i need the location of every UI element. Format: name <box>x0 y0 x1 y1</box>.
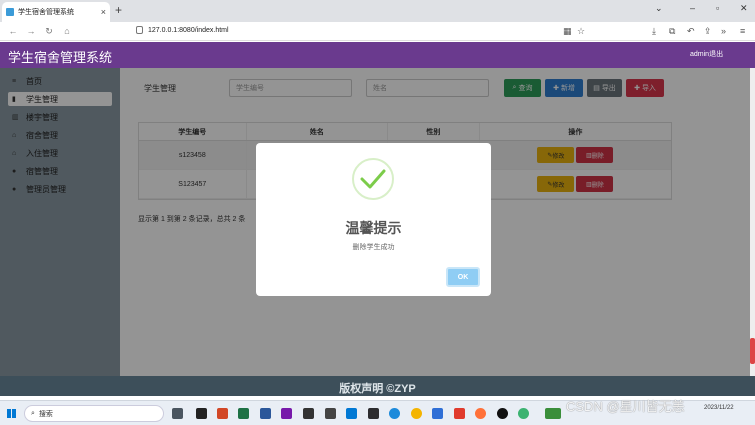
system-clock[interactable]: 2023/11/22 <box>704 404 734 413</box>
url-field[interactable]: 127.0.0.1:8080/index.html <box>148 27 229 34</box>
extensions-icon[interactable]: ⧉ <box>669 26 675 37</box>
home-icon[interactable]: ⌂ <box>62 26 72 36</box>
reload-icon[interactable]: ↻ <box>44 26 54 37</box>
tab-title: 学生宿舍管理系统 <box>18 9 74 16</box>
dialog-title: 温馨提示 <box>345 220 402 236</box>
maximize-icon[interactable]: ▫ <box>716 3 719 13</box>
chrome-icon[interactable] <box>411 408 422 419</box>
more-tools-icon[interactable]: » <box>721 26 726 36</box>
forward-icon[interactable]: → <box>26 26 36 36</box>
onenote-icon[interactable] <box>281 408 292 419</box>
vscode-icon[interactable] <box>346 408 357 419</box>
browser-tab[interactable]: 学生宿舍管理系统 × <box>2 2 110 22</box>
wps-icon[interactable] <box>454 408 465 419</box>
dialog-message: 删除学生成功 <box>352 244 395 251</box>
app-icon[interactable] <box>196 408 207 419</box>
app-icon[interactable] <box>368 408 379 419</box>
scrollbar-thumb[interactable] <box>750 338 755 364</box>
qr-icon[interactable]: ▦ <box>563 26 572 37</box>
qq-icon[interactable] <box>497 408 508 419</box>
battery-icon[interactable] <box>545 408 561 419</box>
browser-tab-bar: 学生宿舍管理系统 × + ⌄ – ▫ ✕ <box>0 0 755 22</box>
undo-icon[interactable]: ↶ <box>687 26 695 37</box>
excel-icon[interactable] <box>238 408 249 419</box>
app-icon[interactable] <box>432 408 443 419</box>
ok-button[interactable]: OK <box>446 267 480 287</box>
copyright-text: 版权声明 ©ZYP <box>339 383 416 395</box>
new-tab-button[interactable]: + <box>115 3 122 17</box>
taskbar-search[interactable]: ⌕ 搜索 <box>24 405 164 422</box>
tab-list-chevron-icon[interactable]: ⌄ <box>655 3 663 14</box>
close-tab-icon[interactable]: × <box>101 7 106 17</box>
terminal-icon[interactable] <box>325 408 336 419</box>
search-icon: ⌕ <box>31 409 35 417</box>
app-footer: 版权声明 ©ZYP <box>0 376 755 396</box>
back-icon[interactable]: ← <box>8 26 18 36</box>
task-view-icon[interactable] <box>172 408 183 419</box>
minimize-icon[interactable]: – <box>690 3 695 13</box>
logout-link[interactable]: admin退出 <box>690 49 723 59</box>
scrollbar[interactable] <box>750 68 755 376</box>
menu-icon[interactable]: ≡ <box>740 26 745 36</box>
success-check-icon <box>352 158 394 200</box>
windows-start-icon[interactable] <box>7 409 16 418</box>
app-title: 学生宿舍管理系统 <box>8 50 113 65</box>
ide-icon[interactable] <box>303 408 314 419</box>
alert-dialog: 温馨提示 删除学生成功 OK <box>256 143 491 296</box>
close-window-icon[interactable]: ✕ <box>740 3 748 14</box>
powerpoint-icon[interactable] <box>217 408 228 419</box>
security-icon[interactable] <box>136 26 143 34</box>
csdn-watermark: CSDN @星川皆无恙 <box>566 399 685 414</box>
app-header: 学生宿舍管理系统 admin退出 <box>0 42 755 68</box>
edge-icon[interactable] <box>389 408 400 419</box>
favicon-icon <box>6 8 14 16</box>
share-icon[interactable]: ⇪ <box>704 26 712 37</box>
download-icon[interactable]: ⤓ <box>652 26 656 37</box>
firefox-icon[interactable] <box>475 408 486 419</box>
word-icon[interactable] <box>260 408 271 419</box>
address-bar: ← → ↻ ⌂ 127.0.0.1:8080/index.html ▦ ☆ ⤓ … <box>0 22 755 41</box>
bookmark-star-icon[interactable]: ☆ <box>577 26 585 37</box>
wechat-icon[interactable] <box>518 408 529 419</box>
